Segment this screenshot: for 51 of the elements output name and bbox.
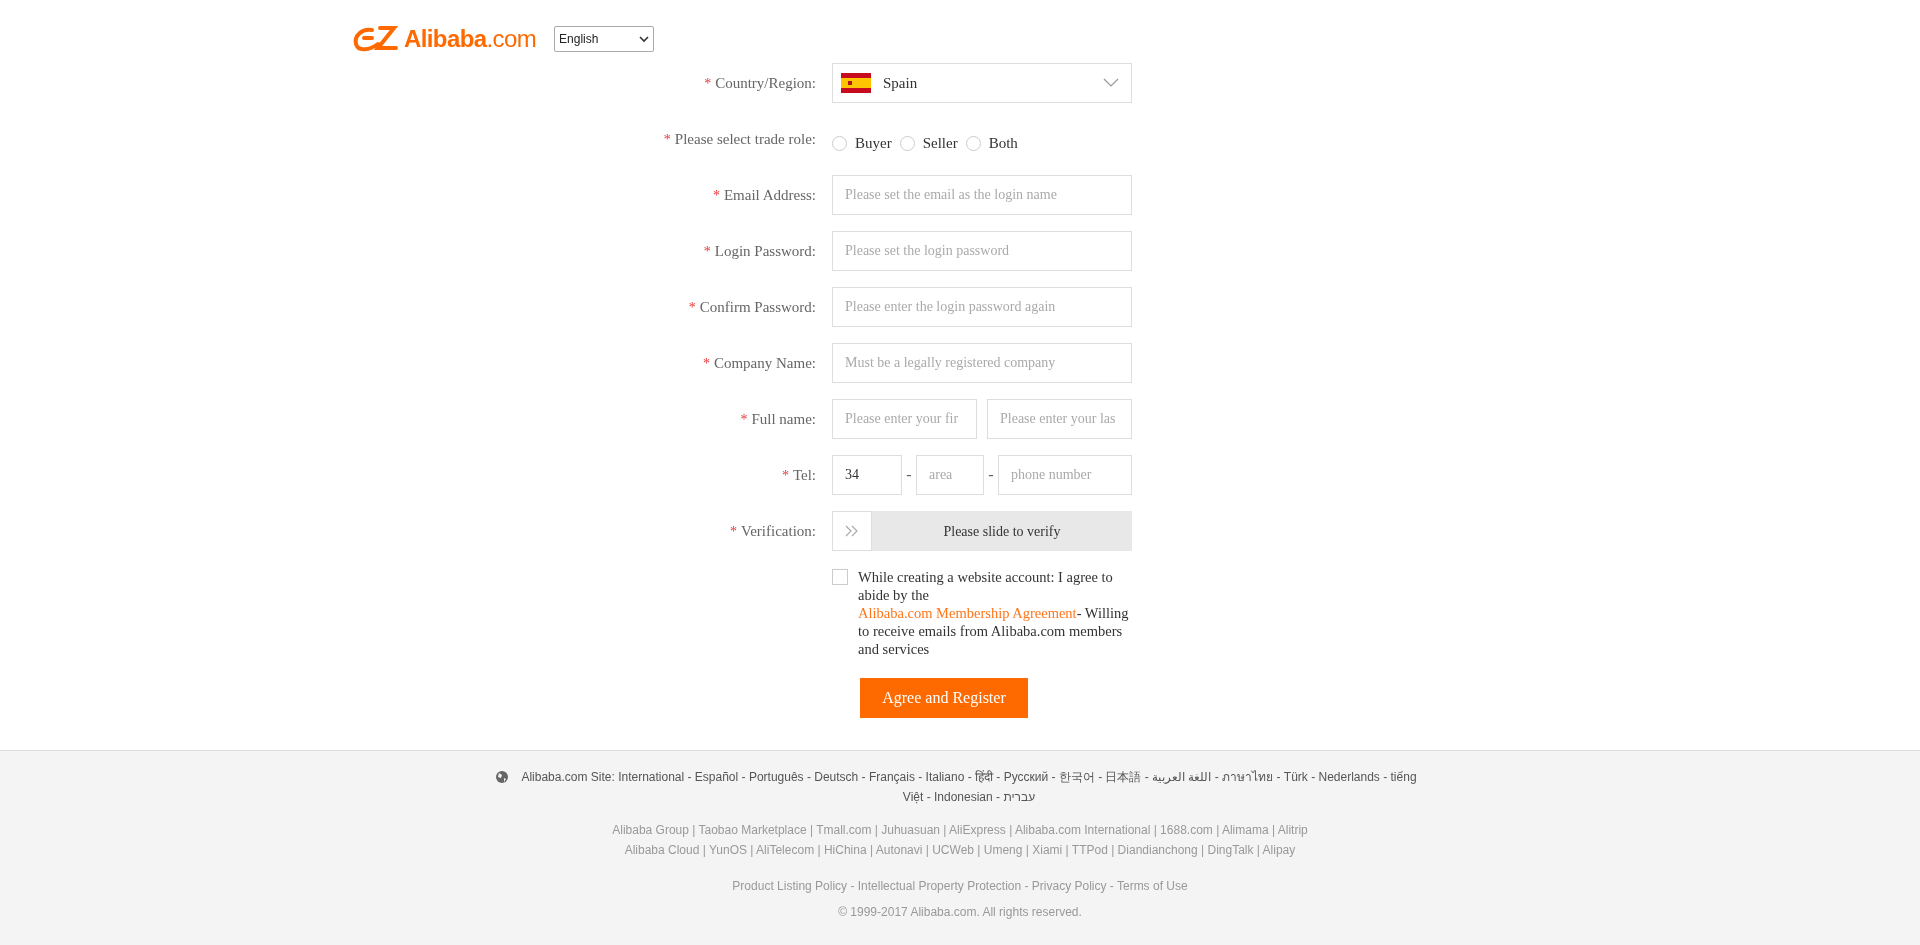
- required-mark: *: [704, 74, 712, 93]
- name-field[interactable]: Please enter your las: [987, 399, 1132, 439]
- required-mark: *: [703, 242, 711, 261]
- field-label: Verification:: [741, 521, 816, 541]
- required-mark: *: [702, 354, 710, 373]
- text-field[interactable]: Please set the login password: [832, 231, 1132, 271]
- separator-dash: -: [987, 465, 995, 485]
- field-label: Login Password:: [714, 241, 816, 261]
- spain-flag-icon: [841, 73, 871, 93]
- area-field[interactable]: area: [916, 455, 984, 495]
- required-mark: *: [663, 130, 671, 149]
- agreement-text: While creating a website account: I agree to abide by the Alibaba.com Membership Agreement- Willing to receive emails from Alibaba.com members and services: [858, 568, 1130, 658]
- text-field[interactable]: Please set the email as the login name: [832, 175, 1132, 215]
- radio-label: Seller: [922, 133, 958, 153]
- agreement-checkbox[interactable]: [832, 569, 848, 585]
- radio-label: Buyer: [855, 133, 892, 153]
- required-mark: *: [781, 466, 789, 485]
- globe-icon: [495, 770, 509, 784]
- country-code-field[interactable]: 34: [832, 455, 902, 495]
- field-label: Please select trade role:: [674, 129, 816, 149]
- required-mark: *: [712, 186, 720, 205]
- language-select[interactable]: English: [554, 26, 655, 52]
- slider-handle[interactable]: [832, 511, 872, 551]
- field-label: Email Address:: [723, 185, 816, 205]
- required-mark: *: [740, 410, 748, 429]
- chevron-down-icon: [1103, 78, 1119, 88]
- radio-label: Both: [988, 133, 1018, 153]
- required-mark: *: [730, 522, 737, 541]
- field-label: Confirm Password:: [699, 297, 816, 317]
- field-label: Country/Region:: [715, 73, 816, 93]
- logo-text: Alibaba.com: [404, 24, 537, 54]
- field-label: Company Name:: [713, 353, 816, 373]
- group-links: Alibaba Cloud | YunOS | AliTelecom | HiChina | Autonavi | UCWeb | Umeng | Xiami | TTPod | Diandianchong | DingTalk | Alipay: [624, 842, 1296, 859]
- field-label: Full name:: [751, 409, 816, 429]
- logo-icon: [352, 24, 400, 54]
- copyright: © 1999-2017 Alibaba.com. All rights reserved.: [838, 904, 1082, 921]
- country-value: Spain: [883, 73, 918, 93]
- text-field[interactable]: Please enter the login password again: [832, 287, 1132, 327]
- chevron-down-icon: [639, 35, 650, 43]
- double-chevron-icon: [845, 525, 859, 537]
- country-select[interactable]: Spain: [832, 63, 1132, 103]
- required-mark: *: [688, 298, 696, 317]
- group-links: Alibaba Group | Taobao Marketplace | Tmall.com | Juhuasuan | AliExpress | Alibaba.com International | 1688.com | Alimama | Alitrip: [612, 822, 1308, 839]
- name-field[interactable]: Please enter your fir: [832, 399, 977, 439]
- policy-links: Product Listing Policy - Intellectual Property Protection - Privacy Policy - Terms of Use: [732, 878, 1188, 895]
- slider-hint: Please slide to verify: [942, 522, 1062, 541]
- text-field[interactable]: Must be a legally registered company: [832, 343, 1132, 383]
- phone-field[interactable]: phone number: [998, 455, 1132, 495]
- site-languages: Alibaba.com Site: International - Español - Português - Deutsch - Français - Italiano - हिंदी - Русский - 한국어 - 日本語 - اللغة العربية - ภาษาไทย - Türk - Nederlands - tiếng Việt - Indonesian - עברית: [520, 769, 1418, 806]
- field-label: Tel:: [792, 465, 816, 485]
- separator-dash: -: [905, 465, 913, 485]
